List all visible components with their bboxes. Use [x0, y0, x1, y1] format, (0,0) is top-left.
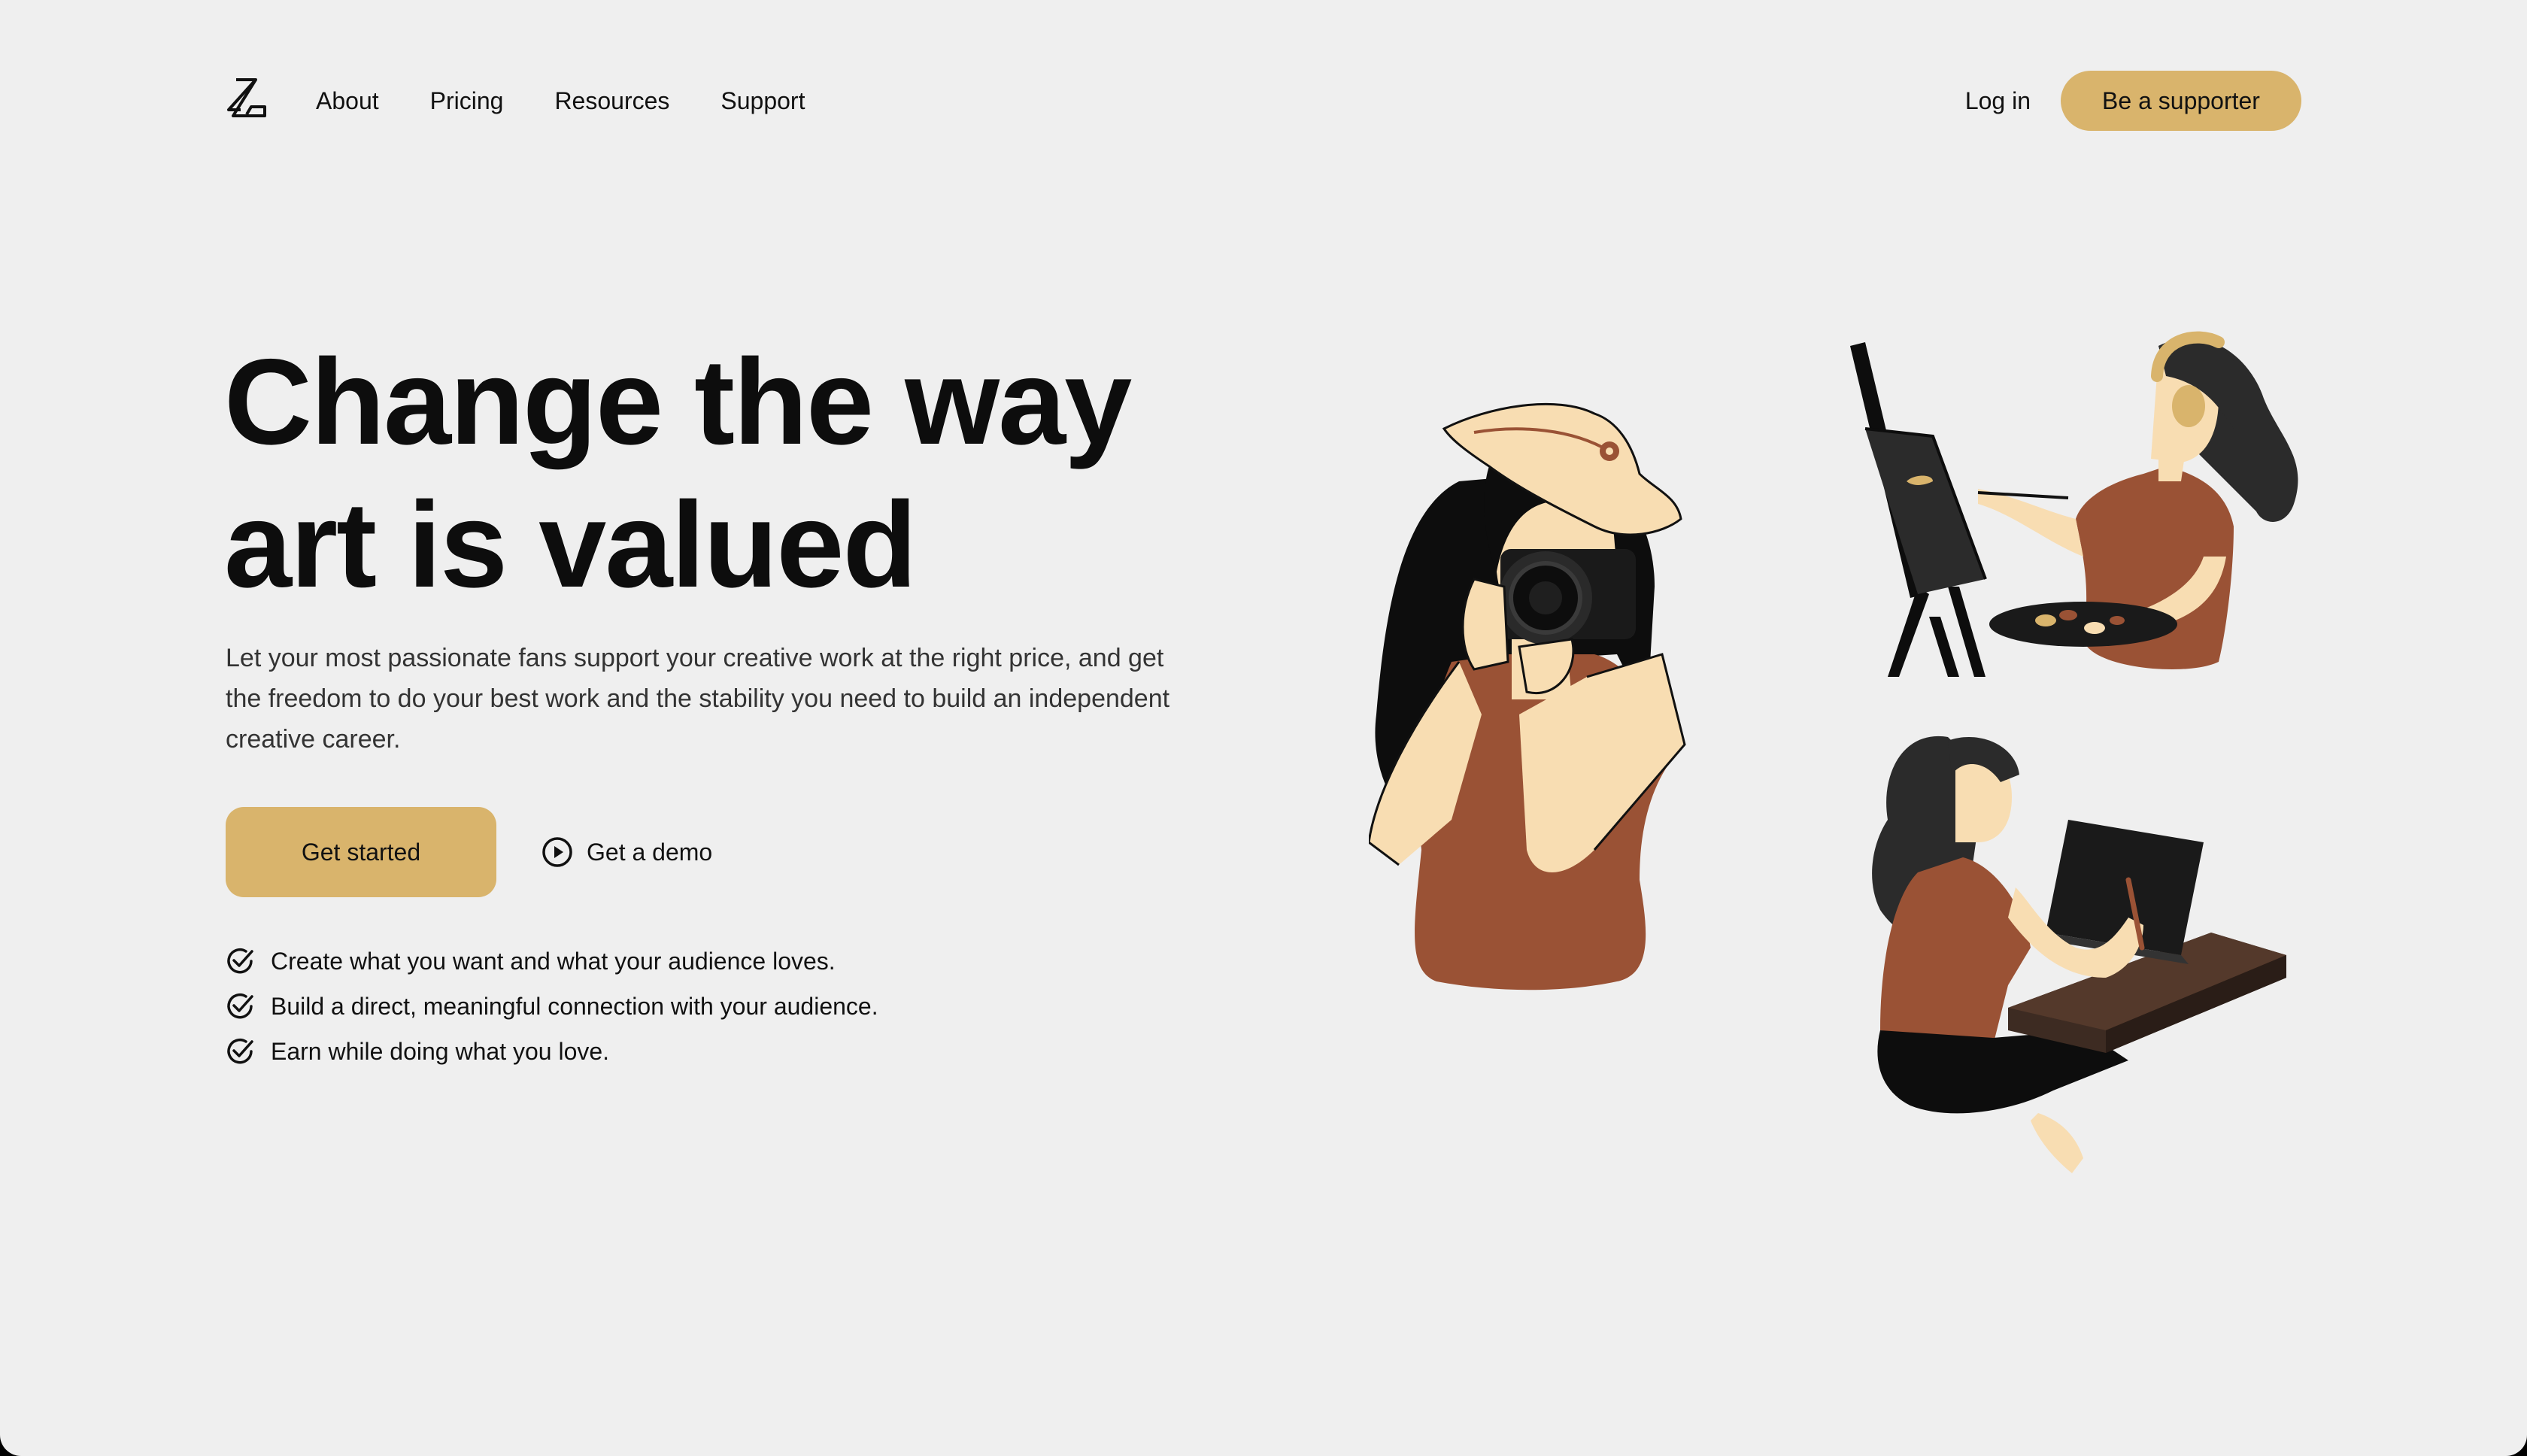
list-item: Create what you want and what your audie… — [224, 939, 878, 984]
play-circle-icon — [542, 837, 572, 867]
headline-line-2: art is valued — [224, 477, 917, 613]
benefit-text: Create what you want and what your audie… — [271, 947, 836, 975]
be-a-supporter-button[interactable]: Be a supporter — [2061, 71, 2301, 131]
benefit-text: Build a direct, meaningful connection wi… — [271, 992, 878, 1020]
get-started-button[interactable]: Get started — [226, 807, 496, 897]
browser-window: About Pricing Resources Support Log in B… — [0, 0, 2527, 1456]
nav-link-pricing[interactable]: Pricing — [430, 87, 504, 115]
nav-link-about[interactable]: About — [316, 87, 379, 115]
hero-headline: Change the way art is valued — [224, 331, 1202, 617]
login-link[interactable]: Log in — [1965, 71, 2031, 131]
list-item: Build a direct, meaningful connection wi… — [224, 984, 878, 1029]
lightning-z-logo-icon[interactable] — [226, 77, 269, 122]
check-circle-icon — [227, 993, 253, 1019]
photographer-illustration — [1369, 402, 1686, 990]
painter-illustration — [1850, 331, 2298, 677]
nav-link-resources[interactable]: Resources — [554, 87, 669, 115]
benefit-text: Earn while doing what you love. — [271, 1037, 610, 1065]
cta-row: Get started Get a demo — [226, 807, 712, 897]
hero-subtext: Let your most passionate fans support yo… — [226, 644, 1170, 754]
top-navigation: About Pricing Resources Support Log in B… — [226, 71, 2301, 131]
nav-links: About Pricing Resources Support — [316, 71, 805, 131]
get-a-demo-label: Get a demo — [587, 838, 713, 866]
check-circle-icon — [227, 1038, 253, 1064]
benefits-list: Create what you want and what your audie… — [224, 939, 878, 1074]
get-a-demo-link[interactable]: Get a demo — [542, 836, 712, 868]
headline-line-1: Change the way — [224, 334, 1132, 470]
check-circle-icon — [227, 948, 253, 974]
list-item: Earn while doing what you love. — [224, 1029, 878, 1074]
tablet-artist-illustration — [1872, 736, 2286, 1173]
nav-link-support[interactable]: Support — [720, 87, 805, 115]
